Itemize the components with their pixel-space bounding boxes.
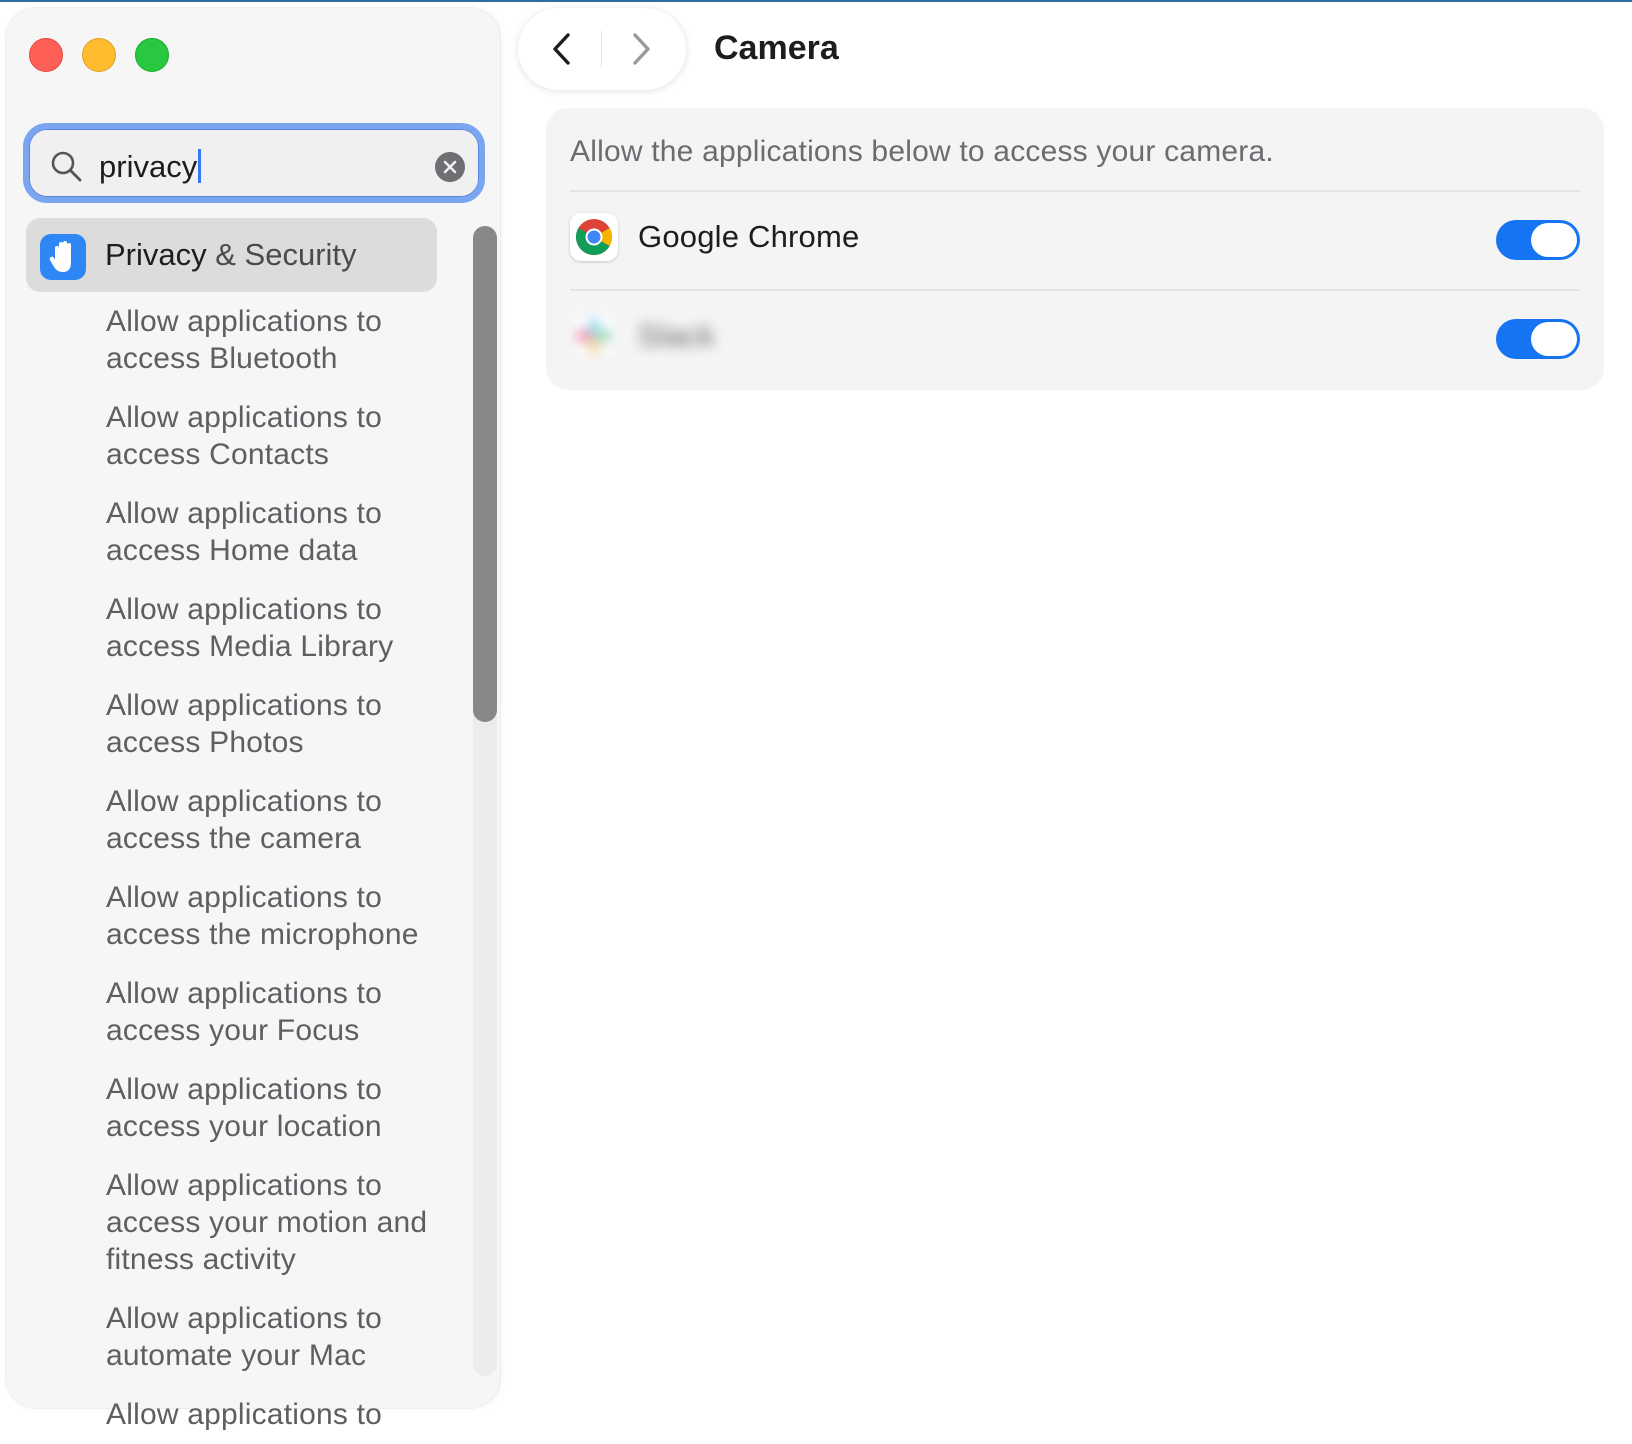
chevron-right-icon (633, 33, 650, 65)
toggle-knob (1531, 322, 1577, 356)
app-name: Slack (638, 318, 715, 353)
sub-item-motion-fitness[interactable]: Allow applications to access your motion… (106, 1156, 446, 1289)
chrome-camera-toggle[interactable] (1496, 220, 1580, 260)
sub-item-location[interactable]: Allow applications to access your locati… (106, 1060, 446, 1156)
minimize-button[interactable] (82, 38, 116, 72)
chrome-icon (570, 213, 618, 261)
sub-item-camera[interactable]: Allow applications to access the camera (106, 772, 446, 868)
sub-item-focus[interactable]: Allow applications to access your Focus (106, 964, 446, 1060)
sub-item-microphone[interactable]: Allow applications to access the microph… (106, 868, 446, 964)
scrollbar-thumb[interactable] (473, 226, 497, 722)
sub-item-photos[interactable]: Allow applications to access Photos (106, 676, 446, 772)
chevron-left-icon (553, 33, 570, 65)
forward-button[interactable] (620, 28, 662, 70)
label-match: Privacy (105, 237, 207, 272)
app-row-google-chrome: Google Chrome (570, 192, 1580, 290)
sidebar: privacy Privacy & Security Allow applica… (6, 8, 500, 1431)
slack-camera-toggle[interactable] (1496, 319, 1580, 359)
zoom-button[interactable] (135, 38, 169, 72)
sub-item-bluetooth[interactable]: Allow applications to access Bluetooth (106, 292, 446, 388)
camera-access-panel: Allow the applications below to access y… (546, 108, 1604, 390)
search-input[interactable]: privacy (99, 147, 202, 187)
sub-item-media-library[interactable]: Allow applications to access Media Libra… (106, 580, 446, 676)
clear-search-button[interactable] (435, 152, 465, 182)
sub-item-automation[interactable]: Allow applications to automate your Mac (106, 1289, 446, 1385)
navigation-buttons (518, 8, 686, 90)
page-title: Camera (714, 29, 839, 67)
panel-description: Allow the applications below to access y… (570, 135, 1274, 168)
search-field[interactable]: privacy (23, 123, 485, 203)
raised-hand-icon (40, 234, 86, 280)
nav-separator (601, 31, 602, 67)
close-button[interactable] (29, 38, 63, 72)
sidebar-item-privacy-security[interactable]: Privacy & Security (26, 218, 437, 292)
search-icon (51, 151, 82, 182)
sidebar-item-label: Privacy & Security (105, 235, 357, 275)
label-rest: & Security (206, 237, 357, 272)
toggle-knob (1531, 223, 1577, 257)
sub-item-home-data[interactable]: Allow applications to access Home data (106, 484, 446, 580)
back-button[interactable] (541, 28, 583, 70)
app-row-slack: Slack (570, 291, 1580, 389)
text-caret (198, 149, 202, 183)
search-focus-ring (29, 129, 479, 197)
settings-window: privacy Privacy & Security Allow applica… (0, 0, 1632, 1431)
slack-icon (570, 312, 618, 360)
app-name: Google Chrome (638, 219, 860, 254)
search-results-list: Privacy & Security Allow applications to… (26, 218, 446, 1444)
sub-item-contacts[interactable]: Allow applications to access Contacts (106, 388, 446, 484)
sub-item-truncated[interactable]: Allow applications to (106, 1385, 446, 1444)
search-input-value: privacy (99, 149, 198, 184)
clear-icon (443, 160, 457, 174)
